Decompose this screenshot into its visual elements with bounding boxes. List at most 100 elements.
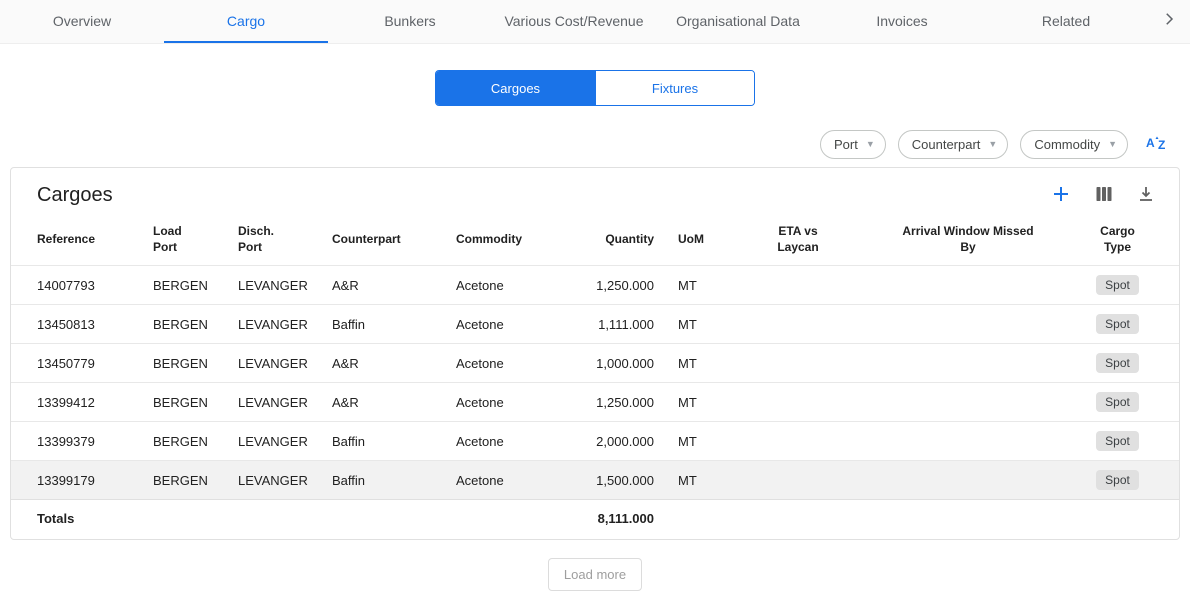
table-cell: LEVANGER <box>226 461 320 500</box>
table-row[interactable]: 13450779BERGENLEVANGERA&RAcetone1,000.00… <box>11 344 1179 383</box>
tab-cargo[interactable]: Cargo <box>164 0 328 43</box>
table-cell: LEVANGER <box>226 305 320 344</box>
table-cell: LEVANGER <box>226 266 320 305</box>
table-cell <box>868 422 1068 461</box>
table-cell: BERGEN <box>141 344 226 383</box>
table-row[interactable]: 13399379BERGENLEVANGERBaffinAcetone2,000… <box>11 422 1179 461</box>
column-header: Commodity <box>444 217 564 266</box>
column-header: Reference <box>11 217 141 266</box>
table-cell: Spot <box>1068 422 1179 461</box>
chevron-down-icon: ▼ <box>866 140 875 149</box>
table-cell: LEVANGER <box>226 383 320 422</box>
table-cell: A&R <box>320 266 444 305</box>
chevron-right-icon <box>1160 10 1178 33</box>
view-toggle: Cargoes Fixtures <box>0 70 1190 106</box>
table-cell: Acetone <box>444 383 564 422</box>
table-cell <box>728 383 868 422</box>
table-cell: BERGEN <box>141 305 226 344</box>
table-cell: Spot <box>1068 344 1179 383</box>
nav-scroll-right-button[interactable] <box>1148 0 1190 43</box>
table-cell <box>728 305 868 344</box>
table-cell: 13399412 <box>11 383 141 422</box>
table-row[interactable]: 13399412BERGENLEVANGERA&RAcetone1,250.00… <box>11 383 1179 422</box>
port-filter-dropdown[interactable]: Port ▼ <box>820 130 886 159</box>
table-cell: 1,000.000 <box>564 344 666 383</box>
tab-invoices[interactable]: Invoices <box>820 0 984 43</box>
table-cell: 13450779 <box>11 344 141 383</box>
columns-icon <box>1095 185 1113 206</box>
table-cell: MT <box>666 344 728 383</box>
counterpart-filter-dropdown[interactable]: Counterpart ▼ <box>898 130 1009 159</box>
column-header: Quantity <box>564 217 666 266</box>
table-cell: 13450813 <box>11 305 141 344</box>
counterpart-filter-label: Counterpart <box>912 137 981 152</box>
table-cell: 2,000.000 <box>564 422 666 461</box>
table-row[interactable]: 13399179BERGENLEVANGERBaffinAcetone1,500… <box>11 461 1179 500</box>
table-cell: Spot <box>1068 305 1179 344</box>
load-more-button[interactable]: Load more <box>548 558 642 591</box>
table-header-row: ReferenceLoad PortDisch. PortCounterpart… <box>11 217 1179 266</box>
table-cell <box>728 344 868 383</box>
totals-row: Totals 8,111.000 <box>11 500 1179 540</box>
column-header: Arrival Window Missed By <box>868 217 1068 266</box>
card-header: Cargoes <box>11 168 1179 217</box>
toggle-fixtures-button[interactable]: Fixtures <box>595 71 754 105</box>
tab-various-cost-revenue[interactable]: Various Cost/Revenue <box>492 0 656 43</box>
table-cell: MT <box>666 422 728 461</box>
totals-quantity: 8,111.000 <box>564 500 666 540</box>
table-cell <box>868 305 1068 344</box>
card-title: Cargoes <box>37 184 113 207</box>
table-cell: MT <box>666 383 728 422</box>
table-row[interactable]: 14007793BERGENLEVANGERA&RAcetone1,250.00… <box>11 266 1179 305</box>
commodity-filter-label: Commodity <box>1034 137 1100 152</box>
table-cell <box>868 383 1068 422</box>
table-cell: 1,500.000 <box>564 461 666 500</box>
table-row[interactable]: 13450813BERGENLEVANGERBaffinAcetone1,111… <box>11 305 1179 344</box>
table-cell: Acetone <box>444 422 564 461</box>
table-cell <box>868 266 1068 305</box>
table-cell: Baffin <box>320 422 444 461</box>
table-cell <box>868 461 1068 500</box>
download-button[interactable] <box>1137 185 1155 206</box>
table-cell: LEVANGER <box>226 344 320 383</box>
download-icon <box>1137 185 1155 206</box>
column-header: UoM <box>666 217 728 266</box>
table-cell: Spot <box>1068 461 1179 500</box>
column-header: ETA vs Laycan <box>728 217 868 266</box>
card-actions <box>1051 184 1155 207</box>
cargo-type-badge: Spot <box>1096 275 1139 295</box>
toggle-cargoes-button[interactable]: Cargoes <box>436 71 595 105</box>
cargo-type-badge: Spot <box>1096 353 1139 373</box>
table-cell: 13399379 <box>11 422 141 461</box>
table-cell: Spot <box>1068 266 1179 305</box>
table-cell: LEVANGER <box>226 422 320 461</box>
svg-text:A: A <box>1146 136 1155 150</box>
cargo-type-badge: Spot <box>1096 392 1139 412</box>
table-cell <box>728 266 868 305</box>
cargo-type-badge: Spot <box>1096 470 1139 490</box>
table-cell: 1,250.000 <box>564 383 666 422</box>
top-navigation: Overview Cargo Bunkers Various Cost/Reve… <box>0 0 1190 44</box>
tab-related[interactable]: Related <box>984 0 1148 43</box>
commodity-filter-dropdown[interactable]: Commodity ▼ <box>1020 130 1128 159</box>
add-cargo-button[interactable] <box>1051 184 1071 207</box>
table-cell: MT <box>666 266 728 305</box>
column-settings-button[interactable] <box>1095 185 1113 206</box>
column-header: Cargo Type <box>1068 217 1179 266</box>
table-cell: BERGEN <box>141 422 226 461</box>
table-cell: BERGEN <box>141 266 226 305</box>
cargoes-card: Cargoes <box>10 167 1180 540</box>
tab-organisational-data[interactable]: Organisational Data <box>656 0 820 43</box>
plus-icon <box>1051 184 1071 207</box>
table-cell: Baffin <box>320 461 444 500</box>
tab-bunkers[interactable]: Bunkers <box>328 0 492 43</box>
table-cell: BERGEN <box>141 383 226 422</box>
table-cell: BERGEN <box>141 461 226 500</box>
port-filter-label: Port <box>834 137 858 152</box>
tab-overview[interactable]: Overview <box>0 0 164 43</box>
chevron-down-icon: ▼ <box>988 140 997 149</box>
sort-alphabetically-button[interactable]: A Z <box>1146 134 1168 155</box>
table-cell: A&R <box>320 383 444 422</box>
table-cell: 14007793 <box>11 266 141 305</box>
sort-alpha-icon: A Z <box>1146 134 1168 155</box>
